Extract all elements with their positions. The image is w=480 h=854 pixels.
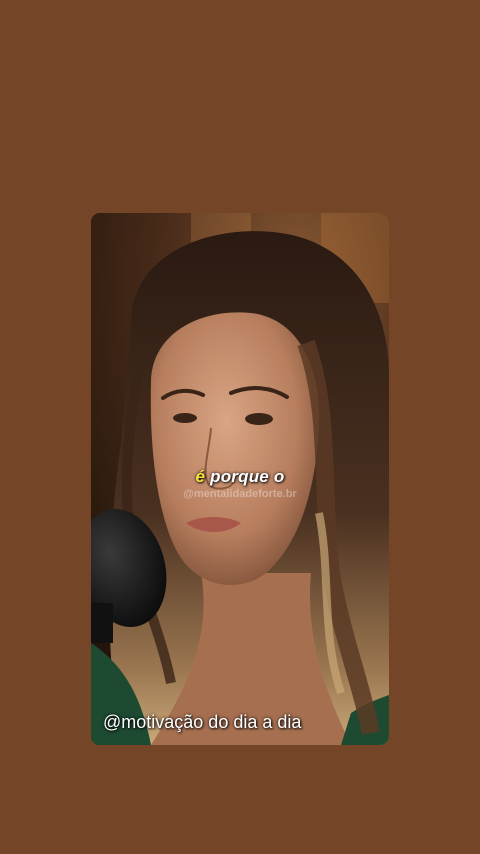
caption-highlight-word: é [195,467,206,486]
caption-text: porque o [205,467,285,486]
channel-handle: @motivação do dia a dia [103,712,302,732]
page: é porque o @mentalidadeforte.br @motivaç… [0,0,480,854]
watermark: @mentalidadeforte.br [183,488,297,500]
subtitle-caption: é porque o [91,467,389,487]
video-player[interactable]: é porque o @mentalidadeforte.br @motivaç… [91,213,389,745]
